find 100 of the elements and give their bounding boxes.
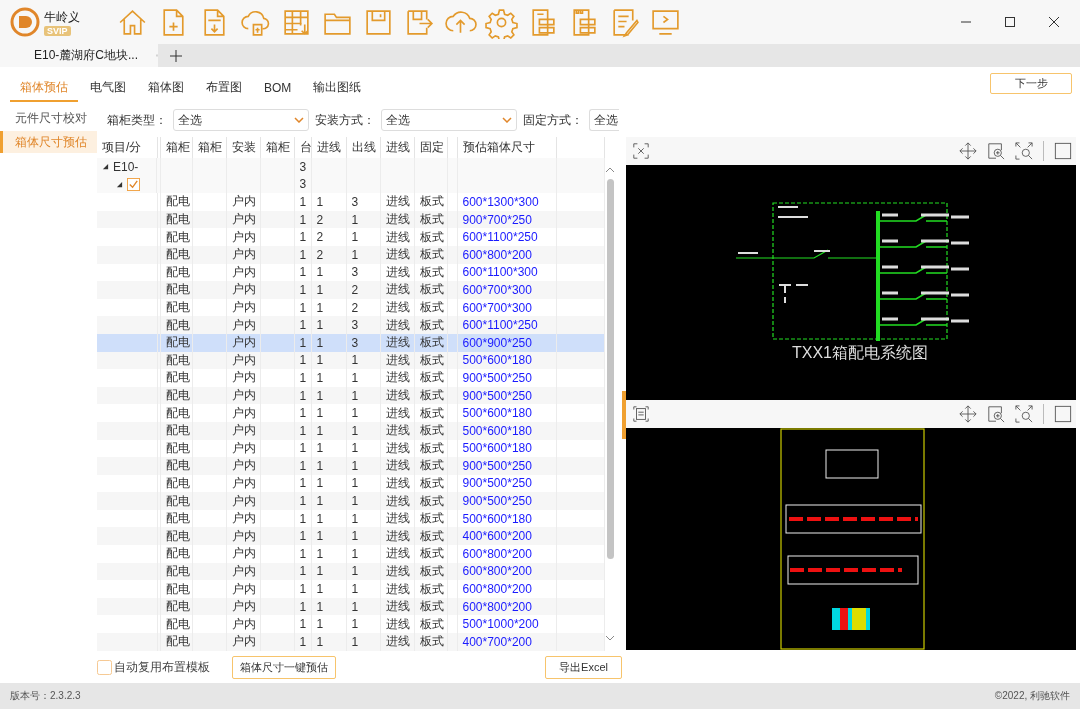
table-cell: 1	[311, 193, 346, 211]
table-row[interactable]: 配电 户内 1 1 1 进线 板式 600*800*200	[97, 562, 605, 581]
table-cell: 板式	[414, 210, 447, 229]
zoom-extents-icon[interactable]	[1015, 142, 1033, 160]
table-row[interactable]: 配电 户内 1 1 3 进线 板式 600*1100*250	[97, 316, 605, 334]
table-cell: 户内	[226, 245, 260, 264]
table-cell: 1	[346, 457, 380, 475]
expand-icon[interactable]	[102, 163, 109, 171]
table-cell: 配电	[160, 597, 192, 616]
layout-view-icon[interactable]	[632, 405, 650, 423]
table-cell: 户内	[226, 562, 260, 581]
table-cell: 进线	[380, 545, 414, 563]
table-row[interactable]: 配电 户内 1 1 3 进线 板式 600*900*250	[97, 333, 605, 352]
tree-cell[interactable]: E10-	[97, 158, 157, 176]
size-cell: 600*1300*300	[457, 193, 556, 211]
table-row[interactable]: 配电 户内 1 1 1 进线 板式 600*800*200	[97, 580, 605, 598]
table-cell: 进线	[380, 404, 414, 422]
size-cell: 600*800*200	[457, 245, 556, 264]
table-cell: 1	[346, 545, 380, 563]
plus-icon[interactable]	[170, 49, 182, 62]
table-cell: 板式	[414, 527, 447, 546]
table-cell: 进线	[380, 633, 414, 651]
table-cell: 1	[346, 245, 380, 264]
table-cell: 户内	[226, 580, 260, 598]
table-row[interactable]: 配电 户内 1 1 1 进线 板式 900*500*250	[97, 457, 605, 475]
maximize-icon[interactable]	[1004, 16, 1016, 28]
table-cell: 1	[311, 545, 346, 563]
table-cell: 进线	[380, 281, 414, 299]
table-cell: 板式	[414, 633, 447, 651]
nav-tab[interactable]: BOM	[254, 79, 302, 102]
nav-tab[interactable]: 布置图	[196, 79, 252, 102]
zoom-in-icon[interactable]	[987, 142, 1005, 160]
table-cell: 1	[294, 580, 311, 598]
export-button[interactable]: 导出Excel	[545, 655, 622, 679]
scroll-up-icon[interactable]	[605, 167, 615, 173]
table-cell: 板式	[414, 193, 447, 211]
table-cell: 1	[311, 369, 346, 387]
table-cell: 1	[311, 633, 346, 651]
table-cell: 1	[346, 492, 380, 510]
table-row[interactable]: 配电 户内 1 1 1 进线 板式 900*500*250	[97, 386, 605, 405]
scrollbar-thumb[interactable]	[606, 179, 614, 559]
table-cell: 1	[294, 193, 311, 211]
table-cell: 板式	[414, 562, 447, 581]
nav-tab[interactable]: 输出图纸	[303, 79, 372, 102]
table-cell: 1	[294, 369, 311, 387]
checkbox[interactable]	[127, 177, 140, 191]
estimate-button[interactable]: 箱体尺寸一键预估	[232, 655, 336, 679]
table-cell: 配电	[160, 404, 192, 422]
table-row[interactable]: 配电 户内 1 1 1 进线 板式 900*500*250	[97, 492, 605, 510]
table-cell: 1	[294, 228, 311, 246]
table-row[interactable]: 配电 户内 1 1 2 进线 板式 600*700*300	[97, 281, 605, 299]
scroll-down-icon[interactable]	[605, 635, 615, 641]
expand-icon[interactable]	[116, 180, 123, 188]
table-row[interactable]: 配电 户内 1 1 1 进线 板式 600*800*200	[97, 545, 605, 563]
size-cell: 500*600*180	[457, 421, 556, 440]
table-row[interactable]: 配电 户内 1 1 1 进线 板式 500*600*180	[97, 404, 605, 422]
table-cell: 户内	[226, 404, 260, 422]
filter-dropdown[interactable]: 全选	[589, 109, 619, 131]
table-row[interactable]: 配电 户内 1 2 1 进线 板式 600*1100*250	[97, 228, 605, 246]
square-icon[interactable]	[1054, 142, 1072, 160]
table-cell: 3	[346, 316, 380, 334]
move-icon[interactable]	[959, 142, 977, 160]
table-cell: 配电	[160, 210, 192, 229]
table-cell: 1	[294, 545, 311, 563]
table-cell: 1	[311, 281, 346, 299]
table-row[interactable]: 配电 户内 1 2 1 进线 板式 900*700*250	[97, 210, 605, 229]
filter-label: 箱柜类型：	[107, 111, 167, 129]
table-cell: 板式	[414, 386, 447, 405]
table-row[interactable]: 配电 户内 1 1 1 进线 板式 600*800*200	[97, 597, 605, 616]
schematic-drawing: TXX1箱配电系统图	[626, 165, 1076, 400]
checkbox[interactable]	[97, 659, 112, 675]
move-icon[interactable]	[959, 405, 977, 423]
table-row[interactable]: 配电 户内 1 1 1 进线 板式 400*700*200	[97, 633, 605, 651]
table-row[interactable]: 配电 户内 1 2 1 进线 板式 600*800*200	[97, 245, 605, 264]
nav-tab[interactable]: 电气图	[80, 79, 136, 102]
document-tab[interactable]: E10-麓湖府C地块...	[0, 44, 158, 67]
size-cell: 900*500*250	[457, 369, 556, 387]
zoom-in-icon[interactable]	[987, 405, 1005, 423]
table-row[interactable]: 配电 户内 1 1 1 进线 板式 400*600*200	[97, 527, 605, 546]
fit-view-icon[interactable]	[632, 142, 650, 160]
table-row[interactable]: 配电 户内 1 1 3 进线 板式 600*1300*300	[97, 193, 605, 211]
table-cell: 2	[311, 228, 346, 246]
filter-dropdown[interactable]: 全选	[381, 109, 517, 131]
next-button[interactable]: 下一步	[990, 73, 1072, 94]
table-row[interactable]: 配电 户内 1 1 1 进线 板式 500*600*180	[97, 421, 605, 440]
sidebar-item[interactable]: 元件尺寸校对	[0, 107, 97, 129]
square-icon[interactable]	[1054, 405, 1072, 423]
size-cell: 600*800*200	[457, 580, 556, 598]
table-cell: 1	[346, 562, 380, 581]
table-row[interactable]: 配电 户内 1 1 1 进线 板式 500*600*180	[97, 351, 605, 370]
table-cell: 1	[346, 527, 380, 546]
table-cell: 1	[346, 597, 380, 616]
table-cell: 1	[311, 597, 346, 616]
nav-tab[interactable]: 箱体图	[138, 79, 194, 102]
splitter-handle[interactable]	[622, 391, 626, 439]
table-cell: 1	[346, 580, 380, 598]
zoom-extents-icon[interactable]	[1015, 405, 1033, 423]
size-cell: 600*800*200	[457, 562, 556, 581]
table-row[interactable]: 配电 户内 1 1 1 进线 板式 900*500*250	[97, 369, 605, 387]
filter-dropdown[interactable]: 全选	[173, 109, 309, 131]
